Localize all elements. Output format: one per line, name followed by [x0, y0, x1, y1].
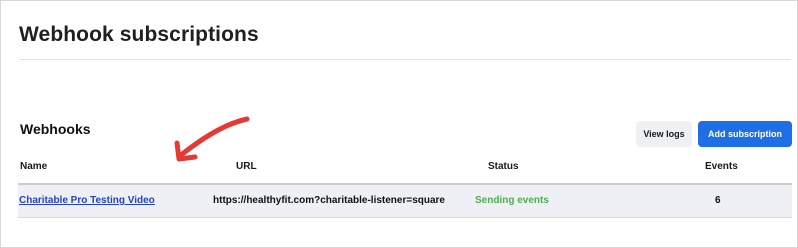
title-divider [19, 59, 791, 60]
webhook-name-link[interactable]: Charitable Pro Testing Video [19, 195, 155, 206]
column-header-name: Name [20, 161, 48, 172]
table-header-row: Name URL Status Events [18, 155, 792, 183]
page-title: Webhook subscriptions [19, 23, 259, 46]
section-title: Webhooks [20, 121, 91, 137]
column-header-status: Status [488, 161, 519, 172]
view-logs-button[interactable]: View logs [636, 121, 692, 147]
column-header-events: Events [705, 161, 738, 172]
events-count: 6 [715, 195, 721, 206]
page-frame: Webhook subscriptions Webhooks View logs… [0, 0, 798, 248]
red-arrow-icon [174, 116, 250, 162]
table-row: Charitable Pro Testing Video https://hea… [18, 185, 792, 218]
add-subscription-button[interactable]: Add subscription [698, 121, 792, 147]
webhook-url: https://healthyfit.com?charitable-listen… [213, 195, 445, 206]
status-badge: Sending events [475, 195, 549, 206]
